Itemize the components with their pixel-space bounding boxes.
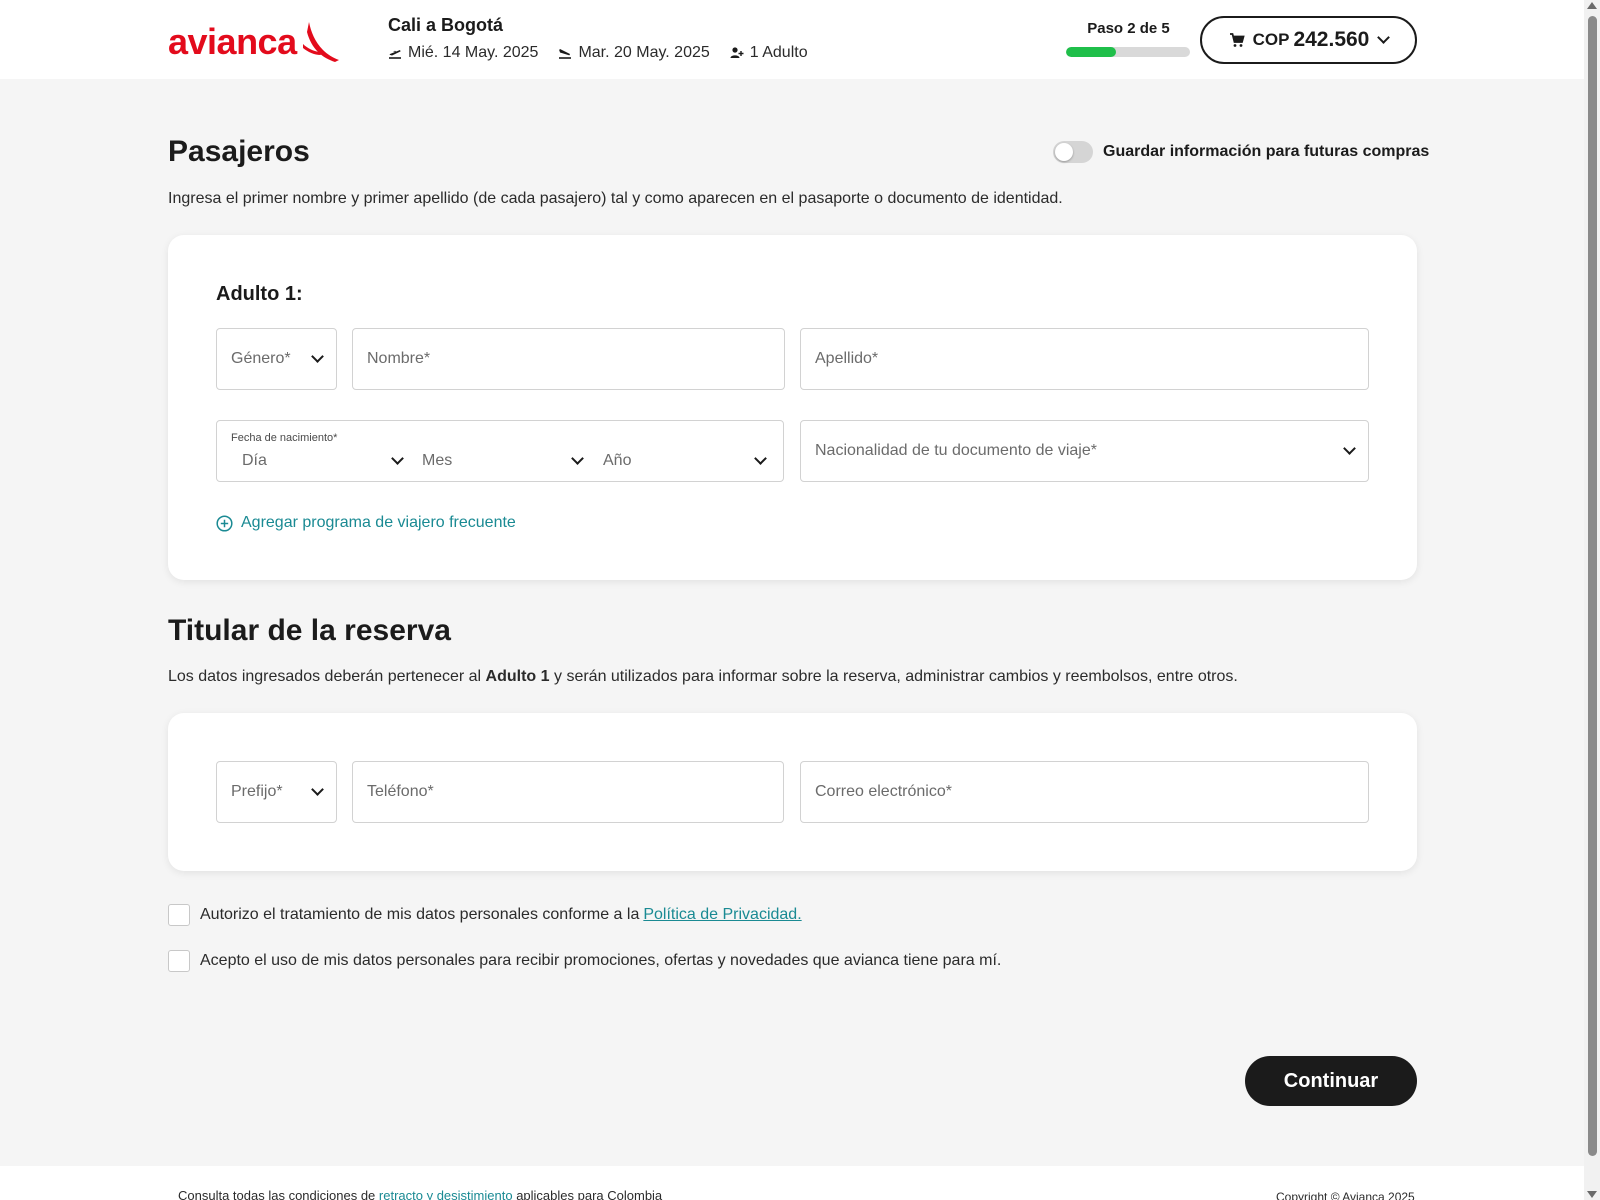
header: avianca Cali a Bogotá Mié. 14 May. 2025 xyxy=(0,0,1584,79)
day-placeholder: Día xyxy=(242,452,267,469)
day-select[interactable]: Día xyxy=(242,449,404,473)
phone-prefix-select[interactable]: Prefijo* xyxy=(216,761,337,823)
departure-item: Mié. 14 May. 2025 xyxy=(388,44,538,62)
scroll-down-arrow-icon[interactable] xyxy=(1587,1191,1597,1198)
logo-text: avianca xyxy=(168,21,297,62)
toggle-knob xyxy=(1055,143,1073,161)
gender-placeholder: Género* xyxy=(231,350,291,367)
departure-date: Mié. 14 May. 2025 xyxy=(408,44,539,61)
scroll-up-arrow-icon[interactable] xyxy=(1587,2,1597,9)
user-icon xyxy=(730,47,744,58)
takeoff-icon xyxy=(389,50,401,59)
first-name-input[interactable]: Nombre* xyxy=(352,328,785,390)
month-placeholder: Mes xyxy=(422,452,453,469)
phone-input[interactable]: Teléfono* xyxy=(352,761,784,823)
privacy-consent-text: Autorizo el tratamiento de mis datos per… xyxy=(200,906,640,923)
step-label: Paso 2 de 5 xyxy=(1087,20,1170,37)
chevron-down-icon xyxy=(311,783,324,796)
promo-consent-text: Acepto el uso de mis datos personales pa… xyxy=(200,952,1002,969)
chevron-down-icon xyxy=(391,452,404,465)
page-scrollbar[interactable] xyxy=(1584,0,1600,1200)
gender-select[interactable]: Género* xyxy=(216,328,337,390)
passenger-card: Adulto 1: Género* Nombre* Apellido* Fech… xyxy=(168,235,1417,580)
return-date: Mar. 20 May. 2025 xyxy=(578,44,710,61)
passengers-title: Pasajeros xyxy=(168,135,310,168)
save-info-toggle[interactable]: Guardar información para futuras compras xyxy=(1053,141,1429,163)
adult-title: Adulto 1: xyxy=(216,283,303,305)
landing-icon xyxy=(559,49,572,59)
copyright: Copyright © Avianca 2025 xyxy=(1276,1190,1415,1200)
holder-card: Prefijo* Teléfono* Correo electrónico* xyxy=(168,713,1417,871)
cart-currency: COP xyxy=(1252,30,1290,49)
chevron-down-icon xyxy=(754,452,767,465)
chevron-down-icon xyxy=(1343,442,1356,455)
chevron-down-icon xyxy=(1377,31,1391,44)
promo-consent-row: Acepto el uso de mis datos personales pa… xyxy=(168,950,1001,972)
holder-description: Los datos ingresados deberán pertenecer … xyxy=(168,668,1238,686)
last-name-placeholder: Apellido* xyxy=(815,350,879,367)
continue-button[interactable]: Continuar xyxy=(1245,1056,1417,1106)
footer-text-after: aplicables para Colombia xyxy=(512,1188,663,1200)
withdrawal-conditions-link[interactable]: retracto y desistimiento xyxy=(379,1188,513,1200)
passenger-count: 1 Adulto xyxy=(749,44,808,61)
email-placeholder: Correo electrónico* xyxy=(815,783,952,800)
prefix-placeholder: Prefijo* xyxy=(231,783,283,800)
avianca-logo[interactable]: avianca xyxy=(168,20,341,64)
privacy-policy-link[interactable]: Política de Privacidad. xyxy=(643,906,801,924)
holder-desc-after: y serán utilizados para informar sobre l… xyxy=(549,668,1238,685)
return-item: Mar. 20 May. 2025 xyxy=(558,44,710,62)
promo-consent-checkbox[interactable] xyxy=(168,950,190,972)
nationality-select[interactable]: Nacionalidad de tu documento de viaje* xyxy=(800,420,1369,482)
trip-meta: Mié. 14 May. 2025 Mar. 20 May. 2025 1 Ad… xyxy=(388,44,828,62)
email-input[interactable]: Correo electrónico* xyxy=(800,761,1369,823)
phone-placeholder: Teléfono* xyxy=(367,783,434,800)
trip-title: Cali a Bogotá xyxy=(388,15,504,35)
step-progress-fill xyxy=(1066,47,1116,57)
footer: Consulta todas las condiciones de retrac… xyxy=(0,1166,1584,1200)
chevron-down-icon xyxy=(571,452,584,465)
nationality-placeholder: Nacionalidad de tu documento de viaje* xyxy=(815,442,1097,459)
privacy-consent-checkbox[interactable] xyxy=(168,904,190,926)
chevron-down-icon xyxy=(311,350,324,363)
holder-desc-before: Los datos ingresados deberán pertenecer … xyxy=(168,668,486,685)
privacy-consent-row: Autorizo el tratamiento de mis datos per… xyxy=(168,904,802,926)
add-frequent-flyer-link[interactable]: Agregar programa de viajero frecuente xyxy=(216,514,516,532)
holder-title: Titular de la reserva xyxy=(168,614,451,647)
year-placeholder: Año xyxy=(603,452,632,469)
birthdate-label: Fecha de nacimiento* xyxy=(231,432,338,444)
first-name-placeholder: Nombre* xyxy=(367,350,431,367)
trip-summary: Cali a Bogotá Mié. 14 May. 2025 Mar. 20 … xyxy=(388,14,828,62)
passenger-count-item: 1 Adulto xyxy=(730,44,808,62)
year-select[interactable]: Año xyxy=(603,449,767,473)
scroll-thumb[interactable] xyxy=(1588,16,1597,1156)
passengers-description: Ingresa el primer nombre y primer apelli… xyxy=(168,190,1063,207)
plus-circle-icon xyxy=(216,514,233,532)
cart-button[interactable]: COP 242.560 xyxy=(1200,16,1417,64)
footer-text-before: Consulta todas las condiciones de xyxy=(178,1188,379,1200)
save-info-label: Guardar información para futuras compras xyxy=(1103,143,1430,160)
birthdate-group: Fecha de nacimiento* Día Mes Año xyxy=(216,420,784,482)
footer-conditions: Consulta todas las condiciones de retrac… xyxy=(178,1188,662,1200)
cart-icon xyxy=(1229,33,1245,47)
toggle-switch[interactable] xyxy=(1053,141,1093,163)
step-indicator: Paso 2 de 5 xyxy=(1066,20,1191,57)
avianca-bird-icon xyxy=(302,22,339,62)
last-name-input[interactable]: Apellido* xyxy=(800,328,1369,390)
cart-amount: 242.560 xyxy=(1293,28,1370,51)
step-progress-bar xyxy=(1066,47,1190,57)
frequent-flyer-label: Agregar programa de viajero frecuente xyxy=(241,514,516,531)
month-select[interactable]: Mes xyxy=(422,449,584,473)
holder-desc-bold: Adulto 1 xyxy=(485,668,550,685)
